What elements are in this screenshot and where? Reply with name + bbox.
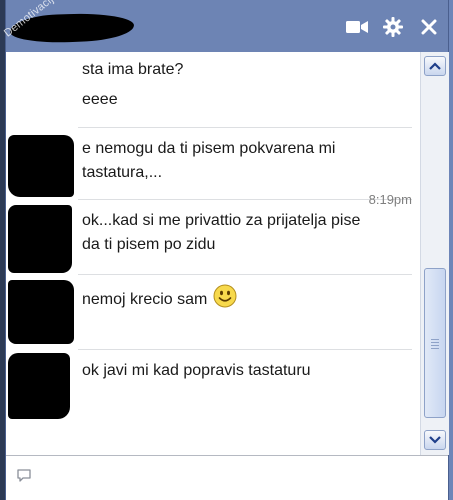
message-timestamp: 8:19pm: [368, 192, 412, 207]
scroll-up-button[interactable]: [424, 56, 446, 76]
message-list[interactable]: sta ima brate? eeee e nemogu da ti pisem…: [6, 52, 420, 455]
message-group: e nemogu da ti pisem pokvarena mi tastat…: [6, 127, 412, 199]
message-group: ok javi mi kad popravis tastaturu: [6, 349, 412, 455]
chevron-down-icon: [429, 436, 441, 444]
message-scrollbar[interactable]: [420, 52, 449, 455]
scrollbar-grip: [431, 339, 439, 351]
message-divider: [78, 199, 412, 200]
message-divider: [78, 127, 412, 128]
chat-window: Demotivacija.rs: [2, 0, 449, 500]
scroll-down-button[interactable]: [424, 430, 446, 450]
message-text: eeee: [82, 91, 118, 108]
close-icon[interactable]: [418, 16, 440, 38]
chat-message-input[interactable]: [40, 462, 439, 494]
message-text: ok javi mi kad popravis tastaturu: [82, 362, 311, 379]
message-divider: [78, 349, 412, 350]
message-text: e nemogu da ti pisem pokvarena mi: [82, 140, 336, 157]
redacted-avatar: [8, 205, 72, 273]
background-right-strip: [449, 0, 453, 500]
message-text: da ti pisem po zidu: [82, 236, 216, 253]
message-line: nemoj krecio sam: [82, 284, 237, 316]
message-group: sta ima brate? eeee: [6, 52, 412, 127]
message-text: tastatura,...: [82, 164, 163, 181]
message-composer: [6, 455, 448, 500]
redacted-avatar: [8, 280, 74, 344]
chat-screenshot: Demotivacija.rs: [0, 0, 453, 500]
smiley-icon: [213, 284, 237, 316]
speech-bubble-icon: [16, 468, 32, 489]
chevron-up-icon: [429, 62, 441, 70]
message-text: nemoj krecio sam: [82, 291, 208, 309]
chat-titlebar[interactable]: Demotivacija.rs: [2, 0, 448, 53]
titlebar-actions: [346, 16, 440, 38]
message-group: nemoj krecio sam: [6, 274, 412, 349]
message-text: sta ima brate?: [82, 61, 184, 78]
gear-icon[interactable]: [382, 16, 404, 38]
redacted-avatar: [8, 353, 70, 419]
message-text: ok...kad si me privattio za prijatelja p…: [82, 212, 361, 229]
scrollbar-thumb[interactable]: [424, 268, 446, 418]
message-divider: [78, 274, 412, 275]
redacted-avatar: [8, 135, 74, 197]
video-call-icon[interactable]: [346, 16, 368, 38]
message-group: 8:19pm ok...kad si me privattio za prija…: [6, 192, 412, 274]
